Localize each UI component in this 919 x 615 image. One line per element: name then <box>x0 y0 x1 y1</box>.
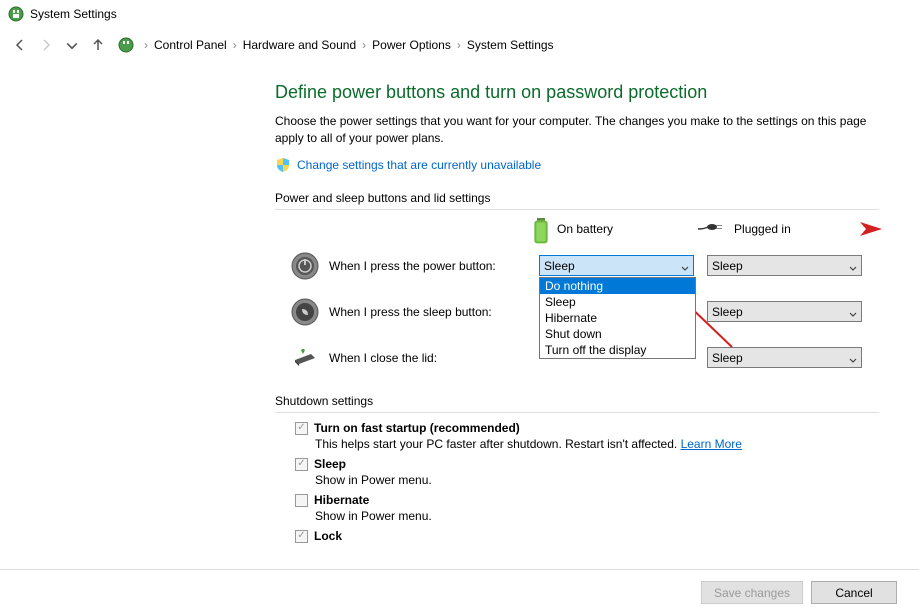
power-button-battery-dropdown[interactable]: Sleep Do nothing Sleep Hibernate Shut do… <box>539 255 694 276</box>
dropdown-value: Sleep <box>712 259 849 273</box>
chevron-down-icon <box>849 354 857 362</box>
lock-label: Lock <box>314 529 342 543</box>
power-options-icon <box>8 6 24 22</box>
power-button-label: When I press the power button: <box>329 259 529 273</box>
breadcrumb-hardware-sound[interactable]: Hardware and Sound <box>243 38 356 52</box>
navbar: › Control Panel › Hardware and Sound › P… <box>0 28 919 62</box>
chevron-down-icon <box>681 262 689 270</box>
dropdown-value: Sleep <box>712 305 849 319</box>
sleep-button-plugged-dropdown[interactable]: Sleep <box>707 301 862 322</box>
shield-icon <box>275 157 291 173</box>
dropdown-option-sleep[interactable]: Sleep <box>540 294 695 310</box>
dropdown-value: Sleep <box>712 351 849 365</box>
sleep-row: Sleep <box>295 457 879 471</box>
plug-icon <box>698 222 726 236</box>
hibernate-checkbox[interactable] <box>295 494 308 507</box>
chevron-down-icon <box>849 262 857 270</box>
chevron-right-icon[interactable]: › <box>360 38 368 52</box>
sleep-label: Sleep <box>314 457 346 471</box>
hibernate-row: Hibernate <box>295 493 879 507</box>
sleep-checkbox[interactable] <box>295 458 308 471</box>
fast-startup-checkbox[interactable] <box>295 422 308 435</box>
chevron-right-icon[interactable]: › <box>231 38 239 52</box>
chevron-right-icon[interactable]: › <box>142 38 150 52</box>
laptop-lid-icon <box>291 344 319 372</box>
power-section-header: Power and sleep buttons and lid settings <box>275 191 879 205</box>
shutdown-section-header: Shutdown settings <box>275 394 879 408</box>
content: Define power buttons and turn on passwor… <box>0 62 919 565</box>
shutdown-settings: Shutdown settings Turn on fast startup (… <box>275 394 879 543</box>
plugged-in-label: Plugged in <box>734 222 791 236</box>
dropdown-value: Sleep <box>544 259 681 273</box>
power-button-icon <box>291 252 319 280</box>
fast-startup-label: Turn on fast startup (recommended) <box>314 421 520 435</box>
divider <box>275 412 879 413</box>
divider <box>275 209 879 210</box>
footer: Save changes Cancel <box>0 569 919 615</box>
power-button-plugged-dropdown[interactable]: Sleep <box>707 255 862 276</box>
window-title: System Settings <box>30 7 117 21</box>
close-lid-label: When I close the lid: <box>329 351 529 365</box>
dropdown-option-turn-off-display[interactable]: Turn off the display <box>540 342 695 358</box>
battery-icon <box>533 218 549 240</box>
power-button-row: When I press the power button: Sleep Do … <box>275 252 879 280</box>
up-button[interactable] <box>88 35 108 55</box>
dropdown-option-do-nothing[interactable]: Do nothing <box>540 278 695 294</box>
back-button[interactable] <box>10 35 30 55</box>
breadcrumb-power-options[interactable]: Power Options <box>372 38 451 52</box>
chevron-right-icon[interactable]: › <box>455 38 463 52</box>
forward-button[interactable] <box>36 35 56 55</box>
chevron-down-icon <box>849 308 857 316</box>
on-battery-label: On battery <box>557 222 613 236</box>
breadcrumb-control-panel[interactable]: Control Panel <box>154 38 227 52</box>
page-title: Define power buttons and turn on passwor… <box>275 82 879 103</box>
recent-dropdown-icon[interactable] <box>62 35 82 55</box>
close-lid-plugged-dropdown[interactable]: Sleep <box>707 347 862 368</box>
page-description: Choose the power settings that you want … <box>275 113 879 147</box>
change-settings-link[interactable]: Change settings that are currently unava… <box>275 157 879 173</box>
fast-startup-row: Turn on fast startup (recommended) <box>295 421 879 435</box>
fast-startup-desc: This helps start your PC faster after sh… <box>315 437 879 451</box>
learn-more-link[interactable]: Learn More <box>681 437 742 451</box>
dropdown-option-hibernate[interactable]: Hibernate <box>540 310 695 326</box>
sleep-desc: Show in Power menu. <box>315 473 879 487</box>
change-settings-link-text[interactable]: Change settings that are currently unava… <box>297 158 541 172</box>
dropdown-list: Do nothing Sleep Hibernate Shut down Tur… <box>539 277 696 359</box>
on-battery-column: On battery <box>533 218 613 240</box>
lock-row: Lock <box>295 529 879 543</box>
column-headers: On battery Plugged in <box>275 218 879 240</box>
titlebar: System Settings <box>0 0 919 28</box>
plugged-in-column: Plugged in <box>698 222 791 236</box>
lock-checkbox[interactable] <box>295 530 308 543</box>
hibernate-desc: Show in Power menu. <box>315 509 879 523</box>
dropdown-option-shut-down[interactable]: Shut down <box>540 326 695 342</box>
hibernate-label: Hibernate <box>314 493 369 507</box>
save-changes-button[interactable]: Save changes <box>701 581 803 604</box>
breadcrumb: › Control Panel › Hardware and Sound › P… <box>118 37 554 53</box>
sleep-button-label: When I press the sleep button: <box>329 305 529 319</box>
cancel-button[interactable]: Cancel <box>811 581 897 604</box>
power-options-icon <box>118 37 134 53</box>
sleep-button-icon <box>291 298 319 326</box>
breadcrumb-system-settings[interactable]: System Settings <box>467 38 554 52</box>
